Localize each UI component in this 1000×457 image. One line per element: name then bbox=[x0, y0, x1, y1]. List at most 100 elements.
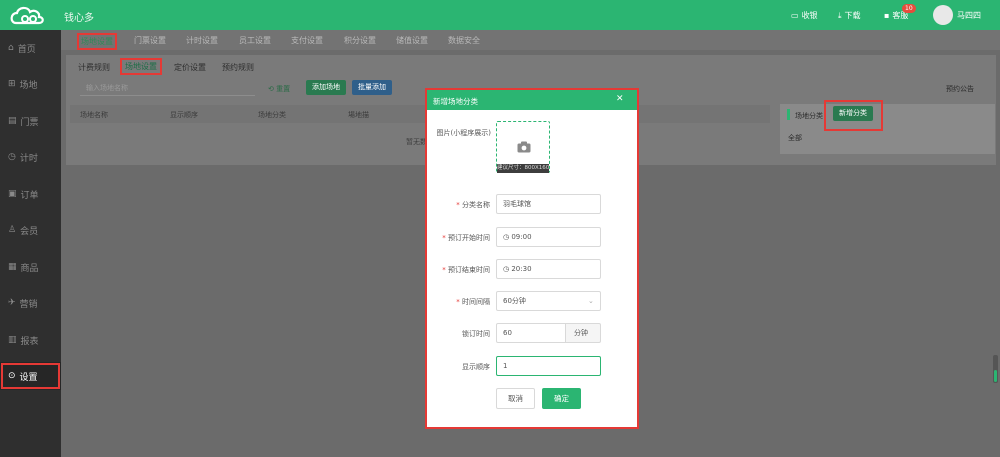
lock-time-input[interactable]: 60 bbox=[496, 323, 566, 343]
sidebar-item-label: 设置 bbox=[19, 372, 38, 383]
app-name: 钱心多 bbox=[64, 13, 94, 24]
sidebar-item-home[interactable]: ⌂ 首页 bbox=[0, 34, 61, 62]
home-icon: ⌂ bbox=[8, 43, 14, 53]
sidebar: ⌂ 首页 ⊞ 场地 ▤ 门票 ◷ 计时 ▣ 订单 ♙ 会员 ▦ 商品 ✈ 营销 ▥ 报表 ⊙ 设置 bbox=[0, 30, 61, 457]
sidebar-item-settings[interactable]: ⊙ 设置 bbox=[0, 362, 61, 390]
sidebar-item-label: 场地 bbox=[19, 80, 38, 91]
logo-icon bbox=[10, 6, 44, 25]
column-header: 显示顺序 bbox=[170, 111, 198, 119]
field-label-text: 预订结束时间 bbox=[448, 266, 490, 274]
end-time-picker[interactable]: ◷ 20:30 bbox=[496, 259, 601, 279]
tab-data-security[interactable]: 数据安全 bbox=[448, 35, 480, 46]
close-icon[interactable]: ✕ bbox=[616, 94, 624, 104]
monitor-icon: ▭ bbox=[791, 11, 799, 20]
sidebar-item-label: 会员 bbox=[20, 226, 39, 237]
sidebar-item-venue[interactable]: ⊞ 场地 bbox=[0, 70, 61, 98]
cashier-link[interactable]: ▭ 收银 bbox=[791, 10, 818, 21]
marketing-icon: ✈ bbox=[8, 298, 16, 308]
end-time-value: 20:30 bbox=[511, 265, 532, 273]
avatar[interactable] bbox=[933, 5, 953, 25]
field-label-interval: * 时间间隔 bbox=[420, 297, 490, 307]
field-label-text: 时间间隔 bbox=[462, 298, 490, 306]
tab-stored-value-settings[interactable]: 储值设置 bbox=[396, 35, 428, 46]
dialog-header: 新增场地分类 ✕ bbox=[427, 90, 637, 110]
search-input[interactable]: 输入场地名称 bbox=[80, 80, 255, 96]
dialog-title: 新增场地分类 bbox=[433, 97, 478, 106]
sidebar-item-reports[interactable]: ▥ 报表 bbox=[0, 326, 61, 354]
main-tab-bar: 场地设置 门票设置 计时设置 员工设置 支付设置 积分设置 储值设置 数据安全 bbox=[61, 30, 1000, 50]
sidebar-item-marketing[interactable]: ✈ 营销 bbox=[0, 289, 61, 317]
confirm-button[interactable]: 确定 bbox=[542, 388, 581, 409]
category-item-all[interactable]: 全部 bbox=[788, 133, 802, 143]
ticket-icon: ▤ bbox=[8, 116, 17, 126]
category-name-input[interactable]: 羽毛球馆 bbox=[496, 194, 601, 214]
field-label-text: 分类名称 bbox=[462, 201, 490, 209]
interval-value: 60分钟 bbox=[503, 297, 526, 305]
download-icon: ⤓ bbox=[838, 10, 842, 20]
sidebar-item-label: 首页 bbox=[17, 44, 36, 55]
tab-venue-settings[interactable]: 场地设置 bbox=[77, 33, 117, 50]
reset-button[interactable]: ⟲ 重置 bbox=[268, 84, 290, 94]
field-label-start-time: * 预订开始时间 bbox=[420, 233, 490, 243]
sidebar-item-ticket[interactable]: ▤ 门票 bbox=[0, 107, 61, 135]
sidebar-item-label: 商品 bbox=[20, 263, 39, 274]
batch-add-button[interactable]: 批量添加 bbox=[352, 80, 392, 95]
category-label: 场地分类： bbox=[795, 112, 830, 120]
sidebar-item-label: 报表 bbox=[20, 336, 39, 347]
cashier-label: 收银 bbox=[801, 11, 818, 20]
sidebar-item-timing[interactable]: ◷ 计时 bbox=[0, 143, 61, 171]
image-upload[interactable]: 建议尺寸：800X160 bbox=[496, 121, 550, 173]
cancel-button[interactable]: 取消 bbox=[496, 388, 535, 409]
tab-payment-settings[interactable]: 支付设置 bbox=[291, 35, 323, 46]
image-label: 图片(小程序展示) bbox=[436, 129, 491, 137]
column-header: 場地描 bbox=[348, 111, 369, 119]
field-label-text: 预订开始时间 bbox=[448, 234, 490, 242]
subtab-billing-rules[interactable]: 计费规则 bbox=[78, 62, 110, 73]
top-bar: 钱心多 ▭ 收银 ⤓ 下载 ▪ 客服 10 马四四 bbox=[0, 0, 1000, 30]
order-icon: ▣ bbox=[8, 189, 17, 199]
settings-icon: ⊙ bbox=[8, 371, 16, 381]
start-time-picker[interactable]: ◷ 09:00 bbox=[496, 227, 601, 247]
service-link[interactable]: ▪ 客服 10 bbox=[884, 4, 916, 21]
download-link[interactable]: ⤓ 下载 bbox=[838, 10, 861, 21]
subtab-venue-settings[interactable]: 场地设置 bbox=[120, 58, 162, 75]
field-label-lock-time: 锁订时间 bbox=[462, 330, 490, 338]
notification-badge: 10 bbox=[902, 4, 916, 13]
field-label-end-time: * 预订结束时间 bbox=[420, 265, 490, 275]
shop-icon: ▦ bbox=[8, 262, 17, 272]
download-label: 下载 bbox=[844, 11, 861, 20]
column-header: 场地分类 bbox=[258, 111, 286, 119]
sidebar-item-label: 订单 bbox=[20, 190, 39, 201]
booking-notice-link[interactable]: 预约公告 bbox=[946, 84, 974, 94]
interval-select[interactable]: 60分钟 ⌄ bbox=[496, 291, 601, 311]
category-accent-bar bbox=[787, 109, 790, 120]
scrollbar-thumb[interactable] bbox=[994, 370, 997, 382]
tab-timing-settings[interactable]: 计时设置 bbox=[186, 35, 218, 46]
sidebar-item-goods[interactable]: ▦ 商品 bbox=[0, 253, 61, 281]
sidebar-item-orders[interactable]: ▣ 订单 bbox=[0, 180, 61, 208]
sidebar-item-label: 计时 bbox=[19, 153, 38, 164]
message-icon: ▪ bbox=[884, 11, 890, 20]
report-icon: ▥ bbox=[8, 335, 17, 345]
add-category-button[interactable]: 新增分类 bbox=[833, 106, 873, 121]
add-venue-button[interactable]: 添加场地 bbox=[306, 80, 346, 95]
subtab-pricing[interactable]: 定价设置 bbox=[174, 62, 206, 73]
tab-points-settings[interactable]: 积分设置 bbox=[344, 35, 376, 46]
image-size-hint: 建议尺寸：800X160 bbox=[497, 164, 549, 173]
reset-label: 重置 bbox=[276, 85, 291, 93]
tab-ticket-settings[interactable]: 门票设置 bbox=[134, 35, 166, 46]
lock-time-unit: 分钟 bbox=[565, 323, 601, 343]
camera-icon bbox=[517, 141, 531, 153]
subtab-booking-rules[interactable]: 预约规则 bbox=[222, 62, 254, 73]
username[interactable]: 马四四 bbox=[957, 10, 981, 21]
sidebar-item-members[interactable]: ♙ 会员 bbox=[0, 216, 61, 244]
chevron-down-icon: ⌄ bbox=[588, 297, 594, 305]
member-icon: ♙ bbox=[8, 225, 17, 235]
venue-icon: ⊞ bbox=[8, 79, 16, 89]
display-order-input[interactable]: 1 bbox=[496, 356, 601, 376]
tab-staff-settings[interactable]: 员工设置 bbox=[239, 35, 271, 46]
field-label-display-order: 显示顺序 bbox=[462, 363, 490, 371]
sidebar-item-label: 营销 bbox=[19, 299, 38, 310]
column-header: 场地名称 bbox=[80, 111, 108, 119]
start-time-value: 09:00 bbox=[511, 233, 532, 241]
